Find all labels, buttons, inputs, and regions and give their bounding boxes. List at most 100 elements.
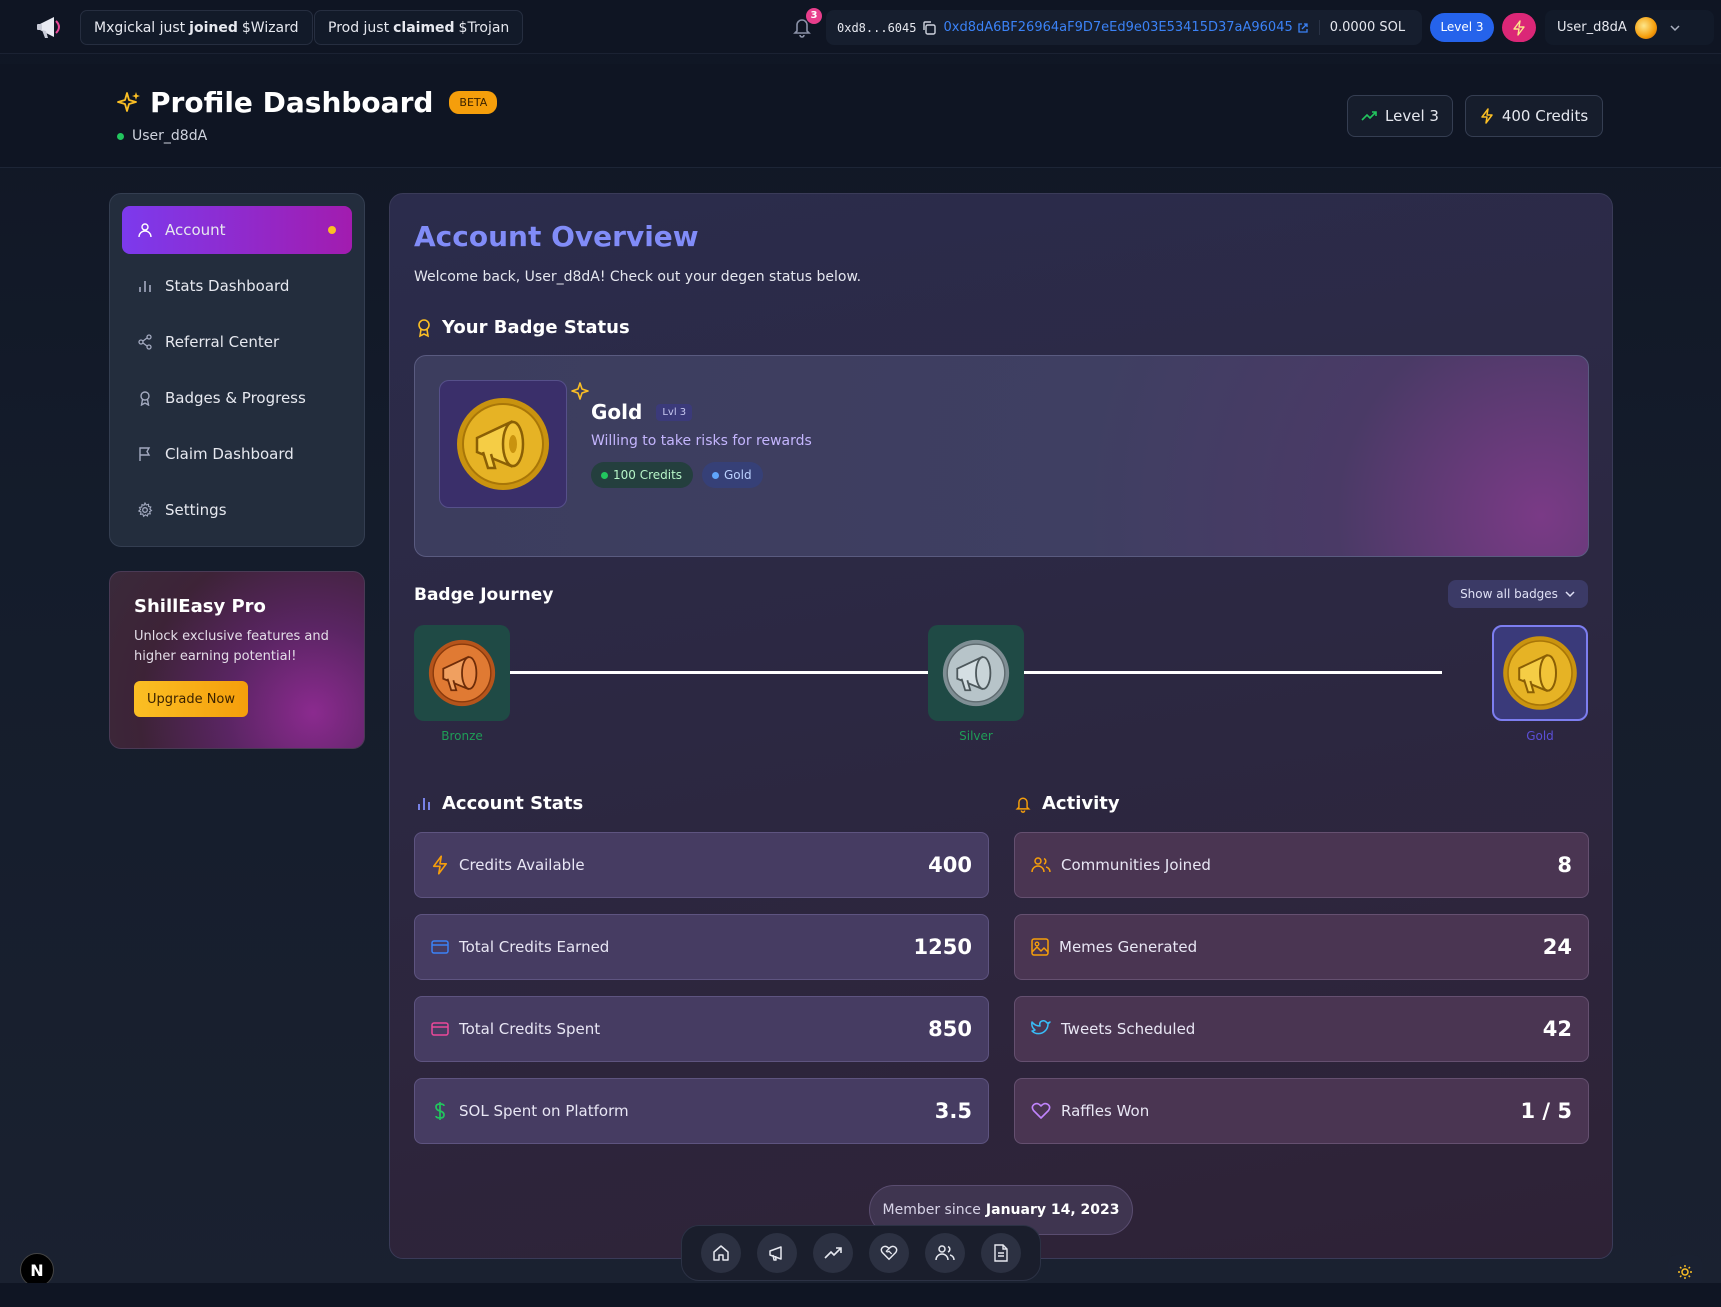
wallet-full-address-link[interactable]: 0xd8dA6BF26964aF9D7eEd9e03E53415D37aA960… [943, 20, 1292, 35]
sun-icon [1678, 1265, 1692, 1279]
account-stats-heading: Account Stats [416, 793, 583, 814]
dock-home-button[interactable] [701, 1233, 741, 1273]
home-icon [713, 1245, 729, 1261]
account-stats-title: Account Stats [442, 793, 584, 814]
chip-label: Gold [724, 468, 752, 482]
silver-badge[interactable] [928, 625, 1024, 721]
activity-value: 1 / 5 [1520, 1099, 1572, 1123]
ticker-user: Prod just [328, 19, 390, 36]
award-icon [418, 318, 430, 337]
lightning-icon [1481, 108, 1493, 124]
stat-value: 400 [928, 853, 972, 877]
activity-value: 42 [1542, 1017, 1572, 1041]
badge-status-title: Your Badge Status [442, 317, 630, 338]
activity-label: Memes Generated [1059, 938, 1198, 956]
sidebar-item-account[interactable]: Account [122, 206, 352, 254]
user-icon [138, 223, 152, 238]
sidebar-item-settings[interactable]: Settings [122, 486, 352, 534]
sol-balance: 0.0000 SOL [1318, 20, 1405, 35]
copy-icon[interactable] [921, 20, 937, 36]
sidebar-item-label: Settings [165, 501, 227, 519]
gold-badge[interactable] [1492, 625, 1588, 721]
activity-memes-generated: Memes Generated 24 [1014, 914, 1589, 980]
header-level-button[interactable]: Level 3 [1347, 95, 1453, 137]
show-all-label: Show all badges [1460, 587, 1558, 601]
stat-value: 3.5 [934, 1099, 972, 1123]
upgrade-button[interactable]: Upgrade Now [134, 681, 248, 717]
level-badge[interactable]: Level 3 [1430, 13, 1494, 42]
stat-label: Credits Available [459, 856, 585, 874]
user-menu-button[interactable]: User_d8dA [1545, 10, 1714, 45]
sidebar-item-referral-center[interactable]: Referral Center [122, 318, 352, 366]
sidebar-item-claim-dashboard[interactable]: Claim Dashboard [122, 430, 352, 478]
section-heading: Account Overview [414, 220, 699, 253]
boost-button[interactable] [1502, 13, 1536, 42]
chevron-down-icon [1670, 24, 1680, 31]
dock-users-button[interactable] [925, 1233, 965, 1273]
page-title-row: Profile Dashboard BETA [116, 86, 498, 119]
badge-level-tag: Lvl 3 [656, 403, 693, 421]
silver-megaphone-coin-icon [942, 639, 1010, 707]
sidebar-item-stats-dashboard[interactable]: Stats Dashboard [122, 262, 352, 310]
wallet-short-address: 0xd8...6045 [837, 20, 917, 35]
pro-upgrade-card: ShillEasy Pro Unlock exclusive features … [109, 571, 365, 749]
sidebar-item-label: Claim Dashboard [165, 445, 294, 463]
trending-icon [824, 1247, 842, 1259]
gold-label: Gold [1526, 729, 1554, 743]
tier-chip: Gold [702, 462, 763, 488]
stat-label: Total Credits Spent [459, 1020, 601, 1038]
document-icon [994, 1244, 1008, 1262]
badge-description: Willing to take risks for rewards [591, 433, 812, 449]
wallet-bar: 0xd8...6045 0xd8dA6BF26964aF9D7eEd9e03E5… [826, 10, 1422, 45]
sidebar-item-badges-progress[interactable]: Badges & Progress [122, 374, 352, 422]
dock-trending-button[interactable] [813, 1233, 853, 1273]
bar-chart-icon [139, 281, 151, 292]
stat-total-credits-spent: Total Credits Spent 850 [414, 996, 989, 1062]
header-level-label: Level 3 [1385, 107, 1439, 125]
ticker-user: Mxgickal just [94, 19, 186, 36]
activity-ticker-2: Prod just claimed $Trojan [314, 10, 524, 45]
gold-badge-image [439, 380, 589, 508]
activity-tweets-scheduled: Tweets Scheduled 42 [1014, 996, 1589, 1062]
ticker-token: $Trojan [458, 19, 510, 36]
activity-title: Activity [1042, 793, 1120, 814]
bottom-dock [681, 1225, 1041, 1281]
users-icon [935, 1245, 955, 1261]
member-since-date: January 14, 2023 [985, 1202, 1120, 1218]
stat-label: Total Credits Earned [459, 938, 610, 956]
next-dev-indicator-button[interactable]: N [20, 1253, 54, 1287]
show-all-badges-button[interactable]: Show all badges [1448, 580, 1588, 608]
ticker-action: joined [189, 19, 238, 36]
sidebar-nav: Account Stats Dashboard Referral Center … [109, 193, 365, 547]
header-credits-label: 400 Credits [1501, 107, 1589, 125]
activity-raffles-won: Raffles Won 1 / 5 [1014, 1078, 1589, 1144]
external-link-icon[interactable] [1297, 22, 1309, 34]
megaphone-logo-icon[interactable] [34, 12, 68, 42]
trending-up-icon [1361, 111, 1377, 121]
ticker-token: $Wizard [241, 19, 299, 36]
header-credits-button[interactable]: 400 Credits [1465, 95, 1603, 137]
award-icon [140, 391, 150, 406]
activity-value: 8 [1557, 853, 1572, 877]
dock-document-button[interactable] [981, 1233, 1021, 1273]
dock-heart-handshake-button[interactable] [869, 1233, 909, 1273]
sidebar-item-label: Account [165, 221, 226, 239]
dock-megaphone-button[interactable] [757, 1233, 797, 1273]
page-title: Profile Dashboard [150, 86, 434, 119]
activity-label: Raffles Won [1061, 1102, 1150, 1120]
activity-communities-joined: Communities Joined 8 [1014, 832, 1589, 898]
credits-chip: 100 Credits [591, 462, 694, 488]
twitter-bird-icon [1031, 1020, 1051, 1035]
promo-text: Unlock exclusive features and higher ear… [134, 629, 329, 664]
journey-connector [1024, 671, 1442, 674]
stat-value: 850 [928, 1017, 972, 1041]
image-icon [1031, 938, 1049, 956]
stat-label: SOL Spent on Platform [459, 1102, 629, 1120]
account-overview-panel: Account Overview Welcome back, User_d8dA… [389, 193, 1613, 1259]
gold-megaphone-coin-icon [457, 398, 549, 490]
journey-connector [510, 671, 928, 674]
bronze-badge[interactable] [414, 625, 510, 721]
activity-ticker-1: Mxgickal just joined $Wizard [80, 10, 313, 45]
beta-badge: BETA [449, 91, 498, 114]
silver-label: Silver [959, 729, 993, 743]
